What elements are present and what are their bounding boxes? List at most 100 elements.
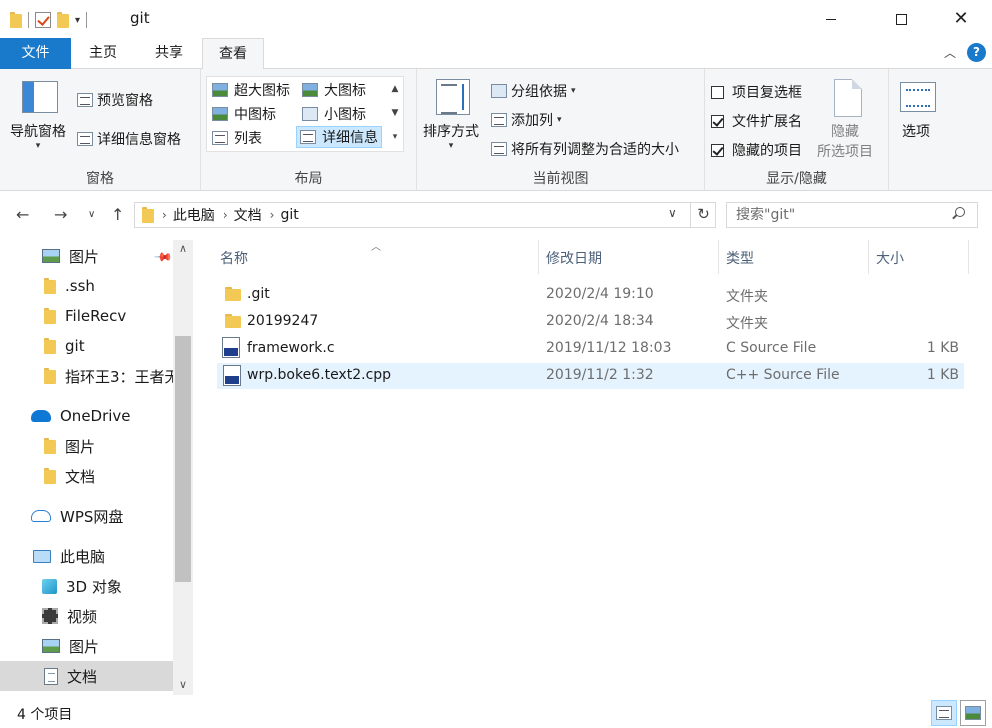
navigation-pane-button[interactable]: 导航窗格 ▾	[10, 121, 66, 151]
column-header-name[interactable]: 名称	[220, 248, 248, 268]
help-icon[interactable]: ?	[967, 43, 986, 62]
refresh-icon[interactable]: ↻	[690, 202, 716, 228]
nav-item-onedrive-pictures[interactable]: 图片	[0, 431, 173, 461]
options-icon[interactable]	[900, 82, 936, 112]
column-divider[interactable]	[718, 240, 719, 274]
chevron-right-icon[interactable]: ›	[270, 208, 275, 222]
nav-item-pictures-quick[interactable]: 图片	[0, 241, 173, 271]
nav-item-label: .ssh	[65, 277, 95, 295]
checkbox-checked-icon[interactable]	[711, 143, 724, 157]
layout-details[interactable]: 详细信息	[296, 126, 382, 148]
show-hide-group-label: 显示/隐藏	[766, 171, 827, 187]
address-history-chevron-icon[interactable]: ∨	[668, 206, 677, 220]
collapse-ribbon-icon[interactable]: ︿	[944, 44, 956, 61]
nav-item-ssh[interactable]: .ssh	[0, 271, 173, 301]
checkbox-checked-icon[interactable]	[711, 114, 724, 128]
nav-item-git[interactable]: git	[0, 331, 173, 361]
item-checkboxes-toggle[interactable]: 项目复选框	[711, 82, 802, 102]
file-row[interactable]: .git 2020/2/4 19:10 文件夹	[217, 282, 964, 308]
nav-item-onedrive-documents[interactable]: 文档	[0, 461, 173, 491]
add-columns-icon	[491, 113, 507, 127]
sort-by-button[interactable]: 排序方式 ▾	[423, 121, 479, 151]
column-header-size[interactable]: 大小	[876, 248, 904, 268]
breadcrumb-documents[interactable]: 文档	[234, 205, 262, 225]
minimize-button[interactable]	[808, 0, 854, 38]
checkbox-icon[interactable]	[711, 85, 724, 99]
nav-item-pictures[interactable]: 图片	[0, 631, 173, 661]
scroll-up-arrow-icon[interactable]: ∧	[173, 242, 193, 255]
nav-item-filerecv[interactable]: FileRecv	[0, 301, 173, 331]
chevron-right-icon[interactable]: ›	[223, 208, 228, 222]
navigation-pane-icon[interactable]	[22, 81, 58, 113]
details-view-button[interactable]	[931, 700, 957, 726]
scroll-down-arrow-icon[interactable]: ∨	[173, 678, 193, 691]
chevron-down-icon: ▾	[557, 115, 562, 125]
nav-item-this-pc[interactable]: 此电脑	[0, 541, 173, 571]
layout-medium-icons[interactable]: 中图标	[209, 103, 279, 125]
address-bar[interactable]: › 此电脑 › 文档 › git	[134, 202, 716, 228]
chevron-up-icon[interactable]: ▲	[388, 77, 402, 101]
chevron-right-icon[interactable]: ›	[162, 208, 167, 222]
column-header-modified[interactable]: 修改日期	[546, 248, 602, 268]
nav-item-onedrive[interactable]: OneDrive	[0, 401, 173, 431]
details-icon	[300, 130, 316, 144]
file-row[interactable]: framework.c 2019/11/12 18:03 C Source Fi…	[217, 336, 964, 362]
tab-view[interactable]: 查看	[202, 38, 264, 70]
sort-ascending-icon: ︿	[371, 242, 381, 253]
large-icons-view-button[interactable]	[960, 700, 986, 726]
group-by-icon	[491, 84, 507, 98]
file-row[interactable]: 20199247 2020/2/4 18:34 文件夹	[217, 309, 964, 335]
folder-icon	[44, 438, 56, 454]
search-input[interactable]: 搜索"git"	[726, 202, 978, 228]
layout-small-icons[interactable]: 小图标	[299, 103, 369, 125]
scrollbar-thumb[interactable]	[175, 336, 191, 582]
navigation-pane-scrollbar[interactable]: ∧ ∨	[173, 240, 193, 695]
forward-arrow-icon[interactable]: →	[54, 205, 67, 224]
close-button[interactable]: ✕	[938, 0, 984, 38]
column-divider[interactable]	[538, 240, 539, 274]
group-by-button[interactable]: 分组依据 ▾	[491, 81, 576, 101]
tab-home[interactable]: 主页	[74, 38, 132, 69]
new-folder-icon[interactable]	[57, 12, 69, 28]
breadcrumb-this-pc[interactable]: 此电脑	[173, 205, 215, 225]
column-divider[interactable]	[868, 240, 869, 274]
column-header-type[interactable]: 类型	[726, 248, 754, 268]
nav-item-videos[interactable]: 视频	[0, 601, 173, 631]
file-row-selected[interactable]: wrp.boke6.text2.cpp 2019/11/2 1:32 C++ S…	[217, 363, 964, 389]
customize-quick-access-dropdown[interactable]: ▾	[75, 15, 80, 26]
nav-item-3d-objects[interactable]: 3D 对象	[0, 571, 173, 601]
nav-item-documents[interactable]: 文档	[0, 661, 173, 691]
layout-list[interactable]: 列表	[209, 127, 265, 149]
layout-extra-large-icons[interactable]: 超大图标	[209, 79, 293, 101]
maximize-button[interactable]	[878, 0, 924, 38]
nav-item-label: 图片	[69, 247, 100, 266]
recent-locations-chevron-icon[interactable]: ∨	[88, 209, 95, 220]
size-columns-icon	[491, 142, 507, 156]
layout-gallery-scroll[interactable]: ▲ ▼ ▾	[388, 77, 402, 149]
add-columns-button[interactable]: 添加列 ▾	[491, 110, 562, 130]
column-divider[interactable]	[968, 240, 969, 274]
file-extensions-toggle[interactable]: 文件扩展名	[711, 111, 802, 131]
expand-gallery-icon[interactable]: ▾	[388, 125, 402, 149]
hidden-items-toggle[interactable]: 隐藏的项目	[711, 140, 802, 160]
add-columns-label: 添加列	[511, 113, 553, 129]
hide-selected-button[interactable]: 隐藏 所选项目	[817, 122, 873, 162]
options-button[interactable]: 选项	[902, 121, 930, 141]
chevron-down-icon[interactable]: ▼	[388, 101, 402, 125]
tab-file[interactable]: 文件	[0, 38, 71, 69]
details-pane-button[interactable]: 详细信息窗格	[77, 129, 181, 149]
preview-pane-label: 预览窗格	[97, 93, 153, 109]
search-icon[interactable]	[952, 207, 965, 220]
preview-pane-button[interactable]: 预览窗格	[77, 90, 153, 110]
up-arrow-icon[interactable]: ↑	[111, 205, 124, 224]
sort-by-icon[interactable]	[436, 79, 470, 115]
layout-large-icons[interactable]: 大图标	[299, 79, 369, 101]
size-all-columns-button[interactable]: 将所有列调整为合适的大小	[491, 139, 679, 159]
nav-item-lotr-folder[interactable]: 指环王3：王者无敌	[0, 361, 173, 391]
nav-item-wps-cloud[interactable]: WPS网盘	[0, 501, 173, 531]
back-arrow-icon[interactable]: ←	[16, 205, 29, 224]
tab-share[interactable]: 共享	[138, 38, 200, 69]
breadcrumb-git[interactable]: git	[280, 207, 298, 223]
layout-item-label: 大图标	[324, 83, 366, 99]
properties-icon[interactable]	[35, 12, 51, 28]
